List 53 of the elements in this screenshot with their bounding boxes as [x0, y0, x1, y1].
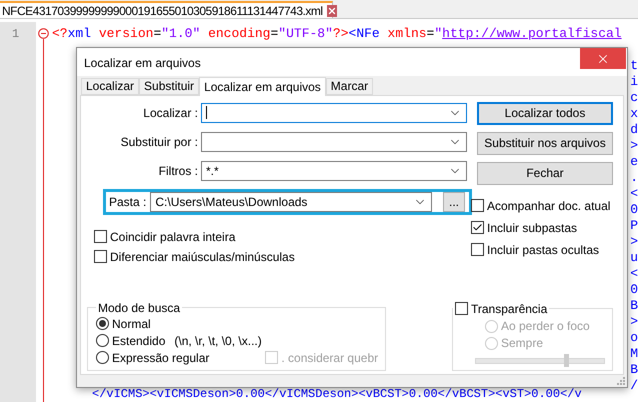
combo-field[interactable] [201, 132, 467, 152]
checkbox[interactable]: Diferenciar maiúsculas/minúsculas [94, 248, 295, 265]
fold-minus-icon[interactable] [38, 28, 48, 39]
close-icon[interactable] [326, 4, 337, 16]
tab[interactable]: Localizar em arquivos [199, 76, 326, 96]
checkbox[interactable]: Incluir pastas ocultas [471, 242, 613, 258]
code-fragment: x [630, 106, 638, 122]
code-fragment: > [630, 234, 638, 250]
field-label: Filtros : [158, 164, 198, 178]
code-fragment: d [630, 122, 638, 138]
code-fragment: B [630, 362, 638, 378]
code-fragment: < [630, 266, 638, 282]
radio-option[interactable]: Estendido (\n, \r, \t, \0, \x...) [96, 334, 378, 348]
action-button[interactable]: Substituir nos arquivos [477, 132, 613, 155]
code-fragment: > [630, 138, 638, 154]
browse-button[interactable]: ... [443, 192, 465, 212]
tab[interactable]: Localizar [81, 78, 140, 95]
checkbox[interactable]: Coincidir palavra inteira [94, 228, 295, 245]
code-fragment: / [630, 378, 638, 394]
code-fragment: P [630, 218, 638, 234]
combo-field[interactable]: C:\Users\Mateus\Downloads [150, 192, 432, 212]
line-number: 1 [11, 26, 20, 42]
group-title: Modo de busca [97, 300, 182, 315]
checkbox[interactable]: Incluir subpastas [471, 220, 613, 236]
code-fragment: > [630, 314, 638, 330]
radio-option[interactable]: Normal [96, 316, 378, 331]
action-button[interactable]: Localizar todos [477, 102, 613, 125]
code-fragment: o [630, 330, 638, 346]
field-label: Substituir por : [120, 134, 198, 149]
code-fragment: i [630, 74, 638, 90]
combo-field[interactable]: *.* [201, 160, 467, 181]
code-fragment: . [630, 170, 638, 186]
code-fragment: < [630, 186, 638, 202]
code-fragment: t [630, 58, 638, 74]
combo-field[interactable] [201, 102, 467, 123]
action-button[interactable]: Fechar [477, 162, 613, 185]
code-fragment: 0 [630, 282, 638, 298]
checkbox[interactable]: Acompanhar doc. atual [471, 198, 613, 214]
code-line: </vICMS><vICMSDeson>0.00</vICMSDeson><vBCST>0.00</vBCST><vST>0.00</v [91, 388, 583, 400]
code-line: <?xml version="1.0" encoding="UTF-8"?><NFe xmlns="http://www.portalfiscal [52, 26, 623, 42]
field-label: Pasta : [109, 194, 146, 209]
code-fragment: M [630, 346, 638, 362]
resize-grip-icon[interactable] [615, 374, 625, 385]
close-button[interactable] [580, 48, 626, 69]
code-fragment: u [630, 250, 638, 266]
code-fragment: c [630, 90, 638, 106]
tab[interactable]: Marcar [326, 78, 374, 95]
code-fragment: e [630, 154, 638, 170]
field-label: Localizar : [142, 106, 198, 120]
code-fragment: 0 [630, 202, 638, 218]
code-fragment: B [630, 298, 638, 314]
dialog-title: Localizar em arquivos [83, 55, 201, 70]
tab[interactable]: Substituir [139, 78, 200, 95]
